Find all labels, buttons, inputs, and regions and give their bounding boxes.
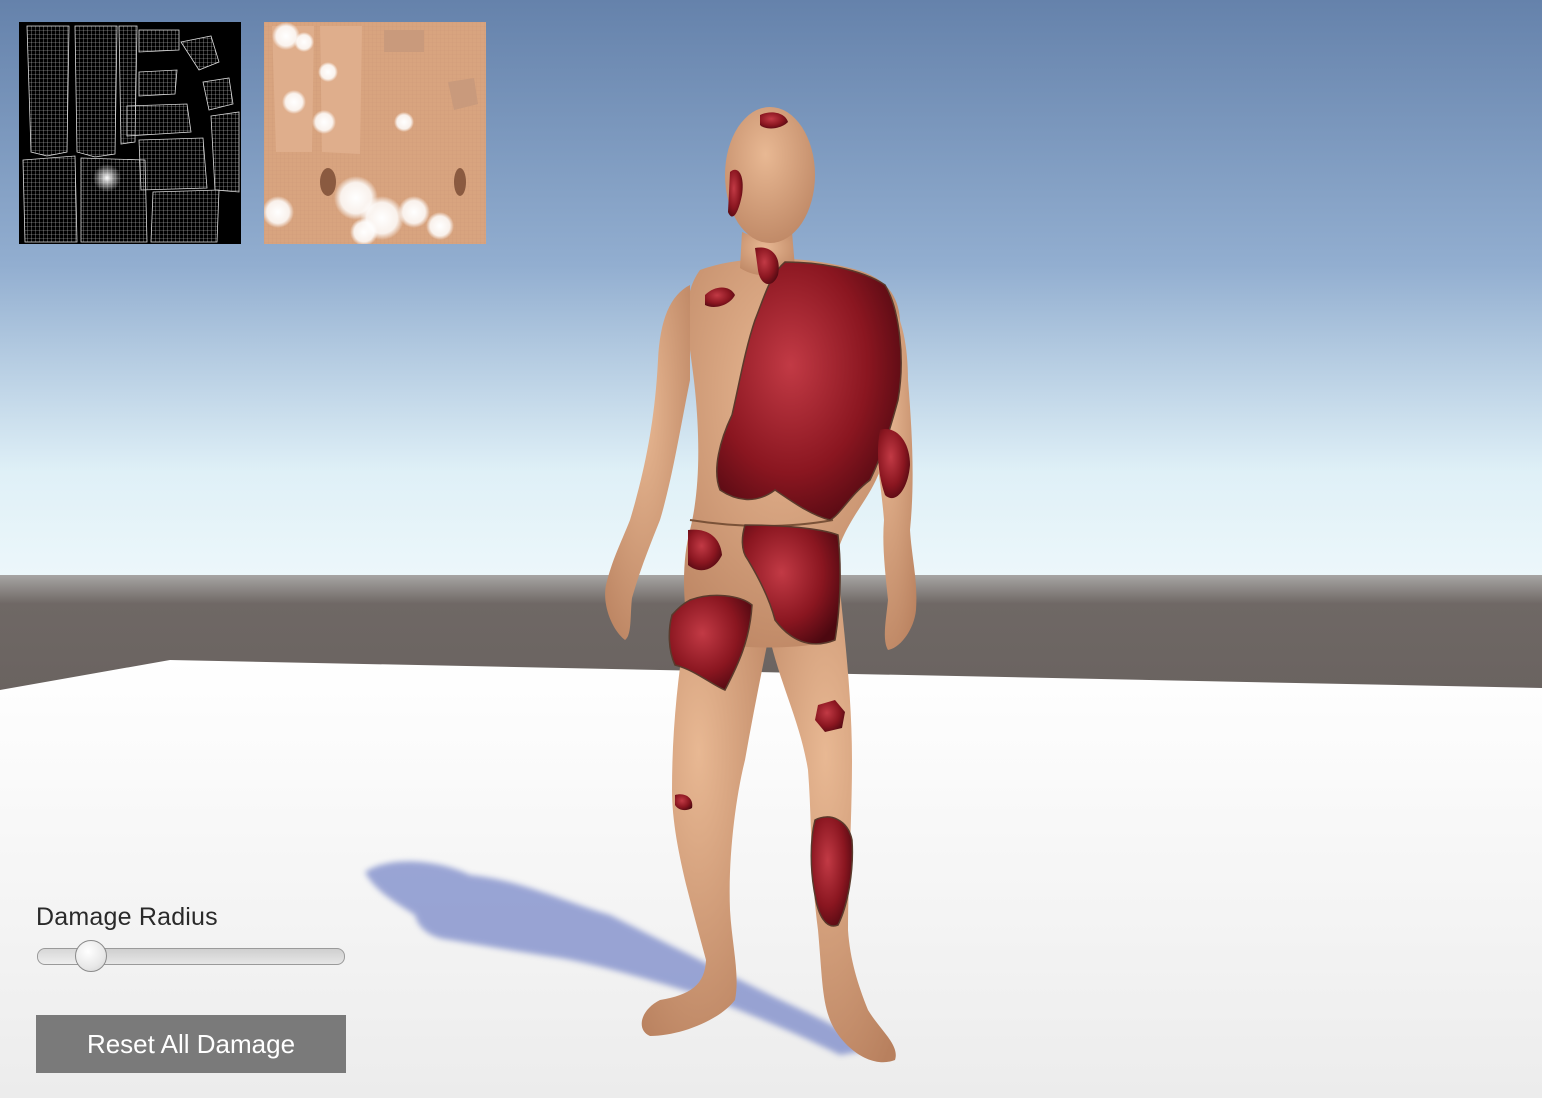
damage-radius-label: Damage Radius	[36, 903, 218, 931]
slider-handle[interactable]	[75, 940, 108, 972]
uv-mask-preview	[19, 22, 241, 244]
reset-all-damage-button[interactable]: Reset All Damage	[36, 1015, 346, 1073]
uv-wireframe-icon	[19, 22, 241, 244]
damage-radius-slider[interactable]	[37, 940, 345, 972]
skin-texture-preview	[264, 22, 486, 244]
skin-texture-icon	[264, 22, 486, 244]
